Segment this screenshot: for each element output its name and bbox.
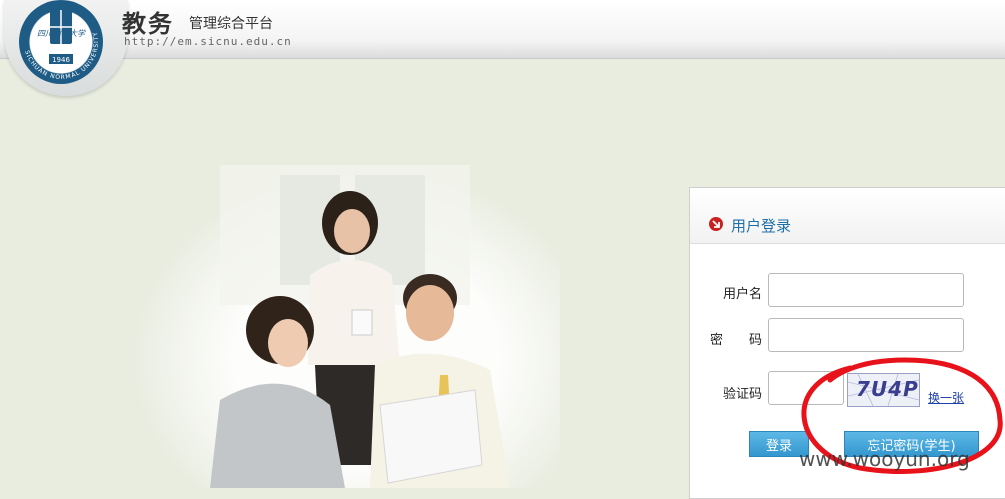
logo-name-text: 四川师范大学 xyxy=(37,29,86,38)
system-title: 教务 xyxy=(122,9,174,38)
arrow-down-right-icon xyxy=(709,217,723,231)
site-url: http://em.sicnu.edu.cn xyxy=(124,35,292,48)
username-label: 用户名 xyxy=(723,287,763,302)
logo-year: 1946 xyxy=(52,56,70,64)
refresh-captcha-link[interactable]: 换一张 xyxy=(928,389,964,406)
university-logo: 四川师范大学 1946 SICHUAN NORMAL UNIVERSITY xyxy=(19,0,103,84)
password-label: 密 码 xyxy=(710,333,763,348)
system-subtitle: 管理综合平台 xyxy=(189,16,273,32)
captcha-label: 验证码 xyxy=(723,387,763,402)
captcha-text: 7U4P xyxy=(856,377,919,401)
password-input[interactable] xyxy=(768,318,964,352)
captcha-image[interactable]: 7U4P xyxy=(847,373,920,407)
login-title: 用户登录 xyxy=(731,217,792,235)
username-input[interactable] xyxy=(768,273,964,307)
login-panel-header: 用户登录 xyxy=(690,188,1005,244)
watermark-text: www.wooyun.org xyxy=(799,447,970,471)
captcha-input[interactable] xyxy=(768,371,844,405)
office-photo xyxy=(130,165,560,488)
